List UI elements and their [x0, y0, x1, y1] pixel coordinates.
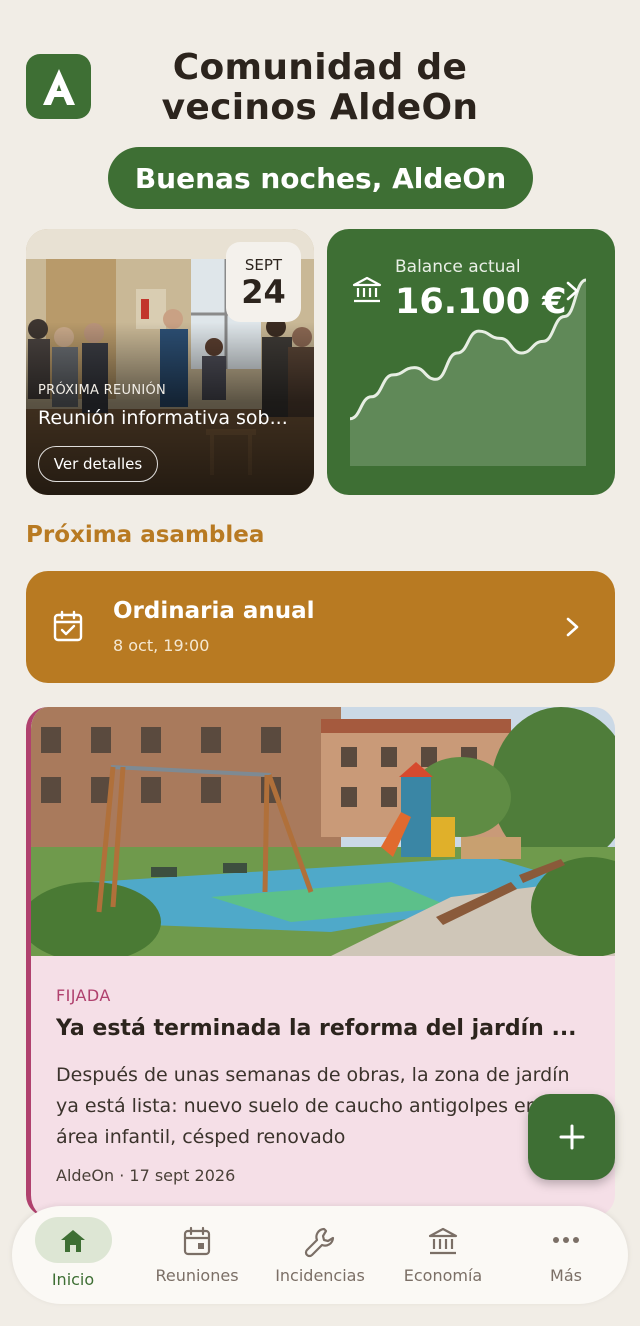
nav-item-inicio[interactable]: Inicio: [12, 1206, 134, 1304]
section-title-assembly: Próxima asamblea: [26, 522, 265, 548]
add-button[interactable]: [528, 1094, 615, 1180]
nav-label-incidencias: Incidencias: [275, 1266, 365, 1285]
view-details-button[interactable]: Ver detalles: [38, 446, 158, 482]
assembly-date: 8 oct, 19:00: [113, 636, 210, 655]
chevron-right-icon[interactable]: [562, 280, 582, 302]
nav-item-reuniones[interactable]: Reuniones: [136, 1206, 258, 1304]
meeting-title: Reunión informativa sob...: [38, 407, 288, 429]
calendar-check-icon: [53, 610, 83, 642]
calendar-icon: [183, 1226, 211, 1256]
nav-label-reuniones: Reuniones: [155, 1266, 239, 1285]
balance-amount: 16.100 €: [395, 282, 567, 322]
wrench-icon: [304, 1227, 335, 1258]
home-icon: [61, 1230, 85, 1252]
news-meta: AldeOn · 17 sept 2026: [56, 1166, 236, 1185]
bank-icon: [352, 276, 382, 303]
chevron-right-icon[interactable]: [562, 616, 582, 638]
meeting-kicker: PRÓXIMA REUNIÓN: [38, 383, 167, 398]
nav-label-economia: Economía: [403, 1266, 483, 1285]
news-title: Ya está terminada la reforma del jardín …: [56, 1016, 577, 1041]
balance-label: Balance actual: [395, 257, 521, 277]
plus-icon: [559, 1124, 584, 1150]
assembly-card[interactable]: [26, 571, 615, 683]
nav-item-economia[interactable]: Economía: [382, 1206, 504, 1304]
meeting-month: SEPT: [244, 256, 283, 274]
nav-label-mas: Más: [550, 1266, 582, 1285]
assembly-title: Ordinaria anual: [113, 598, 315, 624]
page-title: Comunidad de vecinos AldeOn: [161, 47, 479, 128]
nav-item-incidencias[interactable]: Incidencias: [259, 1206, 381, 1304]
greeting-banner: Buenas noches, AldeOn: [108, 147, 533, 209]
meeting-day: 24: [241, 273, 286, 311]
nav-item-mas[interactable]: Más: [505, 1206, 627, 1304]
bank-icon: [428, 1227, 458, 1255]
garden-photo: [31, 707, 615, 956]
more-icon: [553, 1237, 579, 1243]
nav-label-inicio: Inicio: [51, 1270, 95, 1289]
news-body: Después de unas semanas de obras, la zon…: [56, 1064, 570, 1148]
logo-icon: [42, 68, 75, 105]
meeting-date-badge: SEPT 24: [226, 242, 301, 322]
app-logo: [26, 54, 91, 119]
pinned-tag: FIJADA: [56, 986, 111, 1005]
